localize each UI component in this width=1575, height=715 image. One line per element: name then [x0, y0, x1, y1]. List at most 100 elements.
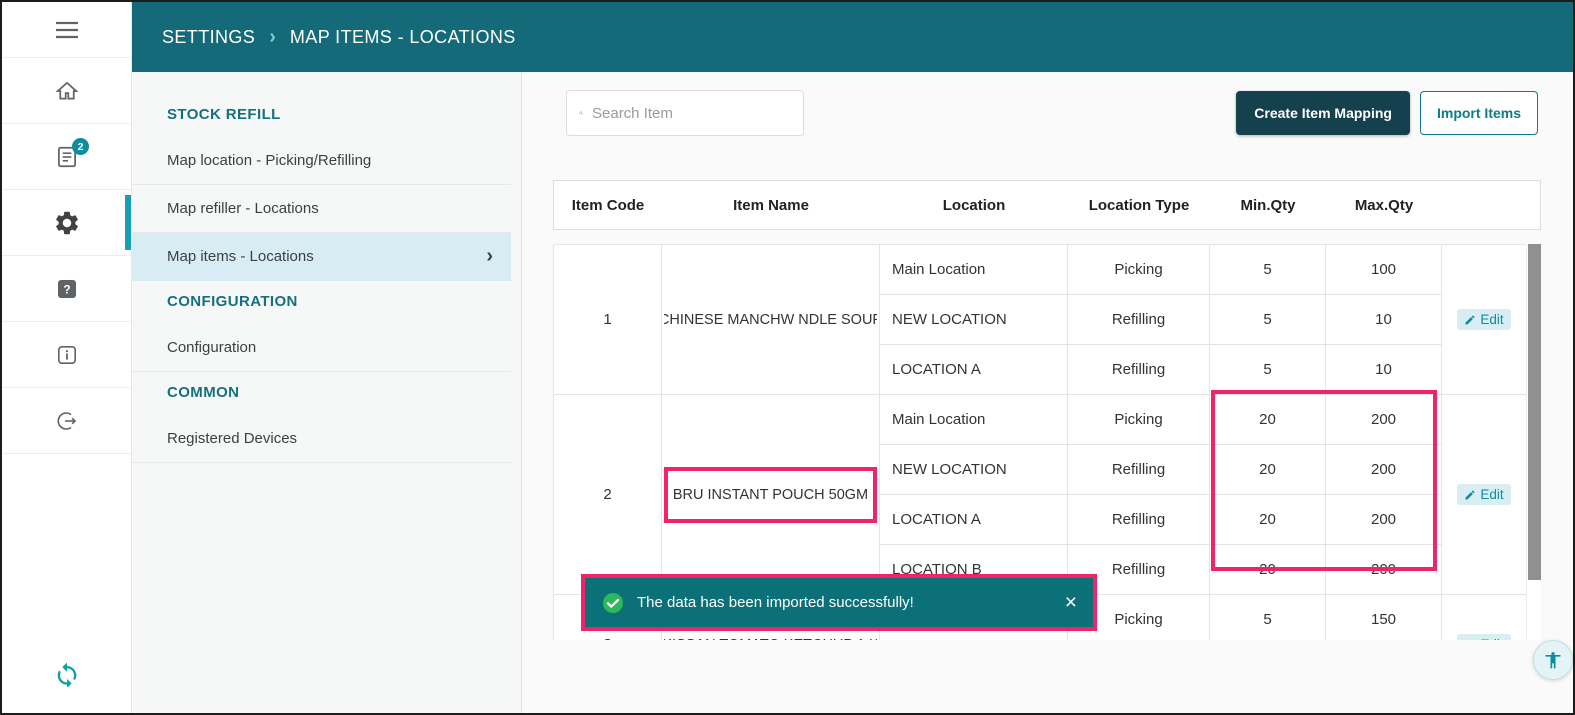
max-qty-cell: 200 [1326, 545, 1442, 595]
icon-sidebar: 2 ? [2, 2, 132, 713]
location-type-cell: Picking [1068, 245, 1210, 295]
edit-button[interactable]: Edit [1457, 634, 1510, 640]
hamburger-icon [55, 21, 79, 39]
location-type-cell: Refilling [1068, 295, 1210, 345]
column-header-location: Location [880, 197, 1068, 214]
table-row: 1CHINESE MANCHW NDLE SOUPMain LocationPi… [554, 245, 1527, 295]
max-qty-cell: 200 [1326, 495, 1442, 545]
min-qty-cell: 20 [1210, 395, 1326, 445]
chevron-right-icon: › [486, 245, 493, 268]
max-qty-cell: 150 [1326, 595, 1442, 641]
nav-item-map-refiller-locations[interactable]: Map refiller - Locations [132, 185, 511, 233]
breadcrumb-settings[interactable]: SETTINGS [162, 27, 255, 48]
toolbar: Create Item Mapping Import Items [553, 90, 1538, 136]
pencil-icon [1464, 489, 1476, 501]
max-qty-cell: 10 [1326, 345, 1442, 395]
edit-label: Edit [1480, 312, 1503, 327]
location-type-cell: Picking [1068, 395, 1210, 445]
min-qty-cell: 5 [1210, 595, 1326, 641]
location-cell: LOCATION A [880, 345, 1068, 395]
column-header-max-qty: Max.Qty [1326, 197, 1442, 214]
min-qty-cell: 5 [1210, 245, 1326, 295]
location-type-cell: Refilling [1068, 445, 1210, 495]
pencil-icon [1464, 639, 1476, 641]
max-qty-cell: 100 [1326, 245, 1442, 295]
info-icon [55, 343, 79, 367]
sidebar-spacer [2, 454, 131, 633]
main-content: Create Item Mapping Import Items Item Co… [522, 72, 1573, 713]
orders-badge: 2 [72, 138, 89, 155]
column-header-item-code: Item Code [554, 197, 662, 214]
nav-item-configuration[interactable]: Configuration [132, 324, 511, 372]
app-window: 2 ? [0, 0, 1575, 715]
table-header: Item CodeItem NameLocationLocation TypeM… [553, 180, 1541, 230]
settings-button[interactable] [2, 190, 131, 256]
location-cell: Main Location [880, 245, 1068, 295]
item-name: CHINESE MANCHW NDLE SOUP [664, 292, 877, 348]
min-qty-cell: 20 [1210, 495, 1326, 545]
nav-item-label: Registered Devices [167, 430, 297, 447]
table-row: 2BRU INSTANT POUCH 50GMMain LocationPick… [554, 395, 1527, 445]
min-qty-cell: 5 [1210, 345, 1326, 395]
nav-item-registered-devices[interactable]: Registered Devices [132, 415, 511, 463]
column-header-location-type: Location Type [1068, 197, 1210, 214]
min-qty-cell: 20 [1210, 445, 1326, 495]
nav-item-label: Map refiller - Locations [167, 200, 319, 217]
item-code-cell: 2 [554, 395, 662, 595]
search-input[interactable] [592, 105, 791, 122]
nav-section-title-common: COMMON [132, 372, 521, 415]
column-header-min-qty: Min.Qty [1210, 197, 1326, 214]
pencil-icon [1464, 314, 1476, 326]
sync-icon [53, 659, 81, 687]
logout-icon [55, 409, 79, 433]
max-qty-cell: 200 [1326, 395, 1442, 445]
edit-cell: Edit [1442, 245, 1527, 395]
help-icon: ? [55, 277, 79, 301]
breadcrumb-chevron-icon: › [269, 26, 276, 49]
settings-nav: STOCK REFILL Map location - Picking/Refil… [132, 72, 522, 713]
search-box[interactable] [566, 90, 804, 136]
location-cell: Main Location [880, 395, 1068, 445]
info-button[interactable] [2, 322, 131, 388]
edit-button[interactable]: Edit [1457, 309, 1510, 330]
home-button[interactable] [2, 58, 131, 124]
edit-label: Edit [1480, 487, 1503, 502]
edit-button[interactable]: Edit [1457, 484, 1510, 505]
item-name-cell: CHINESE MANCHW NDLE SOUP [662, 245, 880, 395]
scrollbar-thumb[interactable] [1528, 244, 1541, 580]
column-header-item-name: Item Name [662, 197, 880, 214]
svg-text:?: ? [63, 282, 70, 296]
create-item-mapping-button[interactable]: Create Item Mapping [1236, 91, 1410, 135]
nav-item-map-items-locations[interactable]: Map items - Locations› [132, 233, 511, 281]
logout-button[interactable] [2, 388, 131, 454]
toast-message: The data has been imported successfully! [637, 594, 914, 611]
location-cell: LOCATION A [880, 495, 1068, 545]
nav-section-title-stock-refill: STOCK REFILL [132, 94, 521, 137]
accessibility-button[interactable] [1533, 640, 1573, 680]
location-cell: NEW LOCATION [880, 445, 1068, 495]
sync-button[interactable] [2, 633, 131, 713]
nav-item-map-location-picking-refilling[interactable]: Map location - Picking/Refilling [132, 137, 511, 185]
orders-button[interactable]: 2 [2, 124, 131, 190]
location-cell: NEW LOCATION [880, 295, 1068, 345]
help-button[interactable]: ? [2, 256, 131, 322]
menu-button[interactable] [2, 2, 131, 58]
min-qty-cell: 20 [1210, 545, 1326, 595]
table-viewport: 1CHINESE MANCHW NDLE SOUPMain LocationPi… [553, 244, 1541, 640]
success-check-icon [601, 591, 625, 615]
home-icon [54, 78, 80, 104]
search-icon [579, 104, 583, 122]
toast-close-button[interactable]: × [1065, 592, 1077, 613]
max-qty-cell: 10 [1326, 295, 1442, 345]
table-scrollbar [1526, 244, 1541, 640]
max-qty-cell: 200 [1326, 445, 1442, 495]
import-items-button[interactable]: Import Items [1420, 91, 1538, 135]
item-name-cell: BRU INSTANT POUCH 50GM [662, 395, 880, 595]
nav-item-label: Map location - Picking/Refilling [167, 152, 371, 169]
min-qty-cell: 5 [1210, 295, 1326, 345]
item-name: BRU INSTANT POUCH 50GM [664, 467, 877, 523]
gear-icon [53, 209, 81, 237]
breadcrumb-current: MAP ITEMS - LOCATIONS [290, 27, 516, 48]
toast: The data has been imported successfully!… [581, 574, 1097, 631]
edit-cell: Edit [1442, 595, 1527, 641]
